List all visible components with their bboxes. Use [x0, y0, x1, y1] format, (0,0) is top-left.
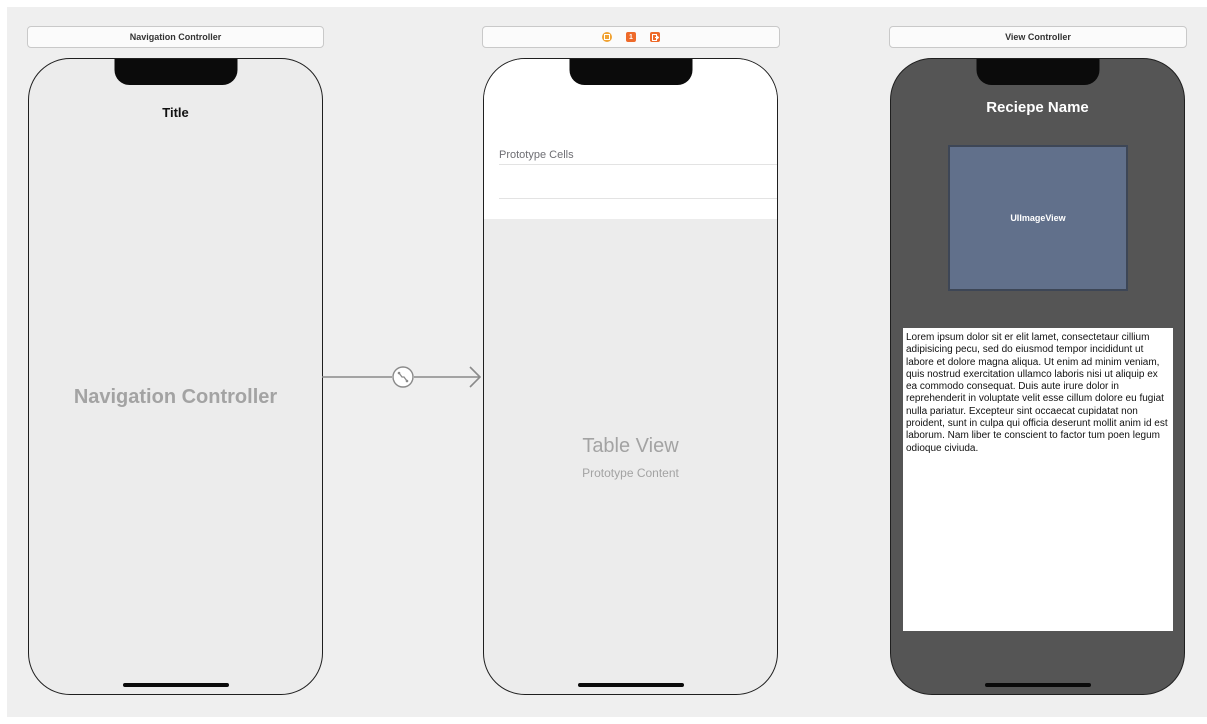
view-controller-icon[interactable] [602, 32, 612, 42]
device-notch [976, 59, 1099, 85]
recipe-text-view[interactable]: Lorem ipsum dolor sit er elit lamet, con… [903, 328, 1173, 631]
relationship-segue-arrow[interactable] [322, 362, 484, 392]
recipe-image-view[interactable]: UIImageView [948, 145, 1128, 291]
scene-header-view-controller[interactable]: View Controller [889, 26, 1187, 48]
device-notch [569, 59, 692, 85]
device-notch [114, 59, 237, 85]
prototype-cell[interactable] [499, 165, 777, 198]
home-indicator [122, 683, 229, 687]
image-view-label: UIImageView [1010, 213, 1066, 223]
first-responder-icon[interactable]: 1 [626, 32, 636, 42]
cell-separator [499, 198, 777, 199]
recipe-name-label[interactable]: Reciepe Name [891, 99, 1184, 116]
navigation-bar-title[interactable]: Title [29, 105, 322, 120]
home-indicator [577, 683, 684, 687]
table-view-placeholder-subtitle: Prototype Content [582, 466, 679, 480]
scene-header-label: Navigation Controller [129, 32, 222, 42]
scene-header-navigation-controller[interactable]: Navigation Controller [27, 26, 324, 48]
exit-icon[interactable] [650, 32, 660, 42]
prototype-cells-label: Prototype Cells [499, 149, 574, 161]
view-controller-scene[interactable]: Reciepe Name UIImageView Lorem ipsum dol… [890, 58, 1185, 695]
navigation-controller-placeholder: Navigation Controller [73, 386, 278, 408]
table-view-controller-scene[interactable]: Prototype Cells Table View Prototype Con… [483, 58, 778, 695]
home-indicator [984, 683, 1091, 687]
scene-dock-table-view-controller[interactable]: 1 [482, 26, 780, 48]
navigation-controller-scene[interactable]: Title Navigation Controller [28, 58, 323, 695]
table-view-placeholder-title: Table View [582, 435, 679, 457]
scene-header-label: View Controller [1005, 32, 1071, 42]
